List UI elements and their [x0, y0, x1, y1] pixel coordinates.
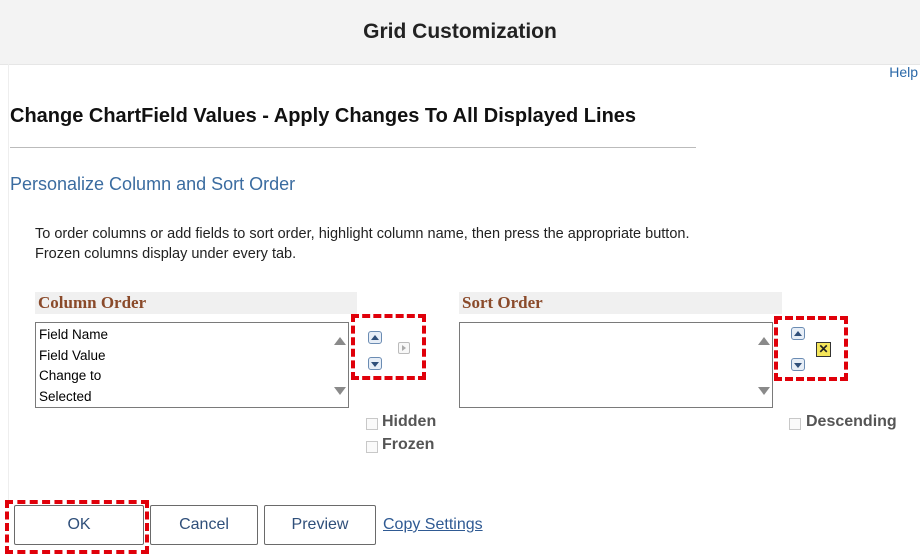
frozen-checkbox[interactable]: [366, 441, 378, 453]
window-titlebar: Grid Customization: [0, 0, 920, 65]
preview-button[interactable]: Preview: [264, 505, 376, 545]
divider: [10, 147, 696, 148]
column-order-listbox[interactable]: Field Name Field Value Change to Selecte…: [35, 322, 349, 408]
highlight-box: [774, 316, 848, 381]
help-link[interactable]: Help: [889, 64, 918, 80]
frozen-label: Frozen: [382, 436, 435, 453]
copy-settings-link[interactable]: Copy Settings: [383, 516, 483, 534]
scroll-up-arrow-icon[interactable]: [758, 337, 770, 345]
list-item[interactable]: Field Value: [39, 346, 108, 367]
instructions: To order columns or add fields to sort o…: [35, 224, 689, 264]
highlight-box: [5, 500, 149, 554]
window-title: Grid Customization: [363, 20, 557, 43]
sort-order-scrollbar[interactable]: [754, 323, 772, 407]
highlight-box: [351, 314, 426, 380]
section-title: Personalize Column and Sort Order: [10, 174, 296, 194]
descending-label: Descending: [806, 413, 897, 430]
list-item[interactable]: Field Name: [39, 325, 108, 346]
hidden-label: Hidden: [382, 413, 437, 430]
instructions-line-2: Frozen columns display under every tab.: [35, 246, 297, 262]
cancel-button[interactable]: Cancel: [150, 505, 258, 545]
instructions-line-1: To order columns or add fields to sort o…: [35, 226, 690, 242]
list-item[interactable]: Selected: [39, 387, 108, 408]
left-border: [8, 64, 9, 504]
scroll-down-arrow-icon[interactable]: [758, 387, 770, 395]
scroll-down-arrow-icon[interactable]: [334, 387, 346, 395]
sort-order-listbox[interactable]: [459, 322, 773, 408]
descending-checkbox[interactable]: [789, 418, 801, 430]
list-item[interactable]: Change to: [39, 366, 108, 387]
page-title: Change ChartField Values - Apply Changes…: [10, 105, 637, 127]
sort-order-header: Sort Order: [459, 292, 782, 314]
scroll-up-arrow-icon[interactable]: [334, 337, 346, 345]
column-order-header: Column Order: [35, 292, 357, 314]
column-order-scrollbar[interactable]: [330, 323, 348, 407]
hidden-checkbox[interactable]: [366, 418, 378, 430]
